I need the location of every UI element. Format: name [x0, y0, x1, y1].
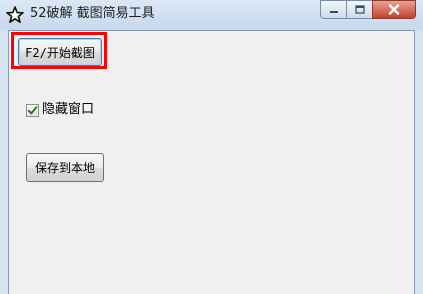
- caption-buttons: [320, 0, 416, 19]
- start-capture-button[interactable]: F2/开始截图: [18, 38, 102, 66]
- star-icon: [6, 6, 24, 24]
- check-icon: [27, 105, 38, 114]
- minimize-button[interactable]: [320, 0, 346, 19]
- title-bar: 52破解 截图简易工具: [0, 0, 423, 30]
- maximize-icon: [354, 5, 365, 14]
- hide-window-checkbox[interactable]: [26, 103, 39, 117]
- window-title: 52破解 截图简易工具: [30, 6, 155, 21]
- app-window: 52破解 截图简易工具 F2/开始截图 隐藏窗口 保存到本地: [0, 0, 423, 294]
- maximize-button[interactable]: [346, 0, 372, 19]
- close-icon: [388, 4, 400, 15]
- hide-window-option[interactable]: 隐藏窗口: [26, 102, 94, 118]
- hide-window-label: 隐藏窗口: [42, 102, 95, 117]
- save-to-local-button[interactable]: 保存到本地: [26, 153, 104, 182]
- close-button[interactable]: [372, 0, 416, 19]
- minimize-icon: [329, 10, 338, 13]
